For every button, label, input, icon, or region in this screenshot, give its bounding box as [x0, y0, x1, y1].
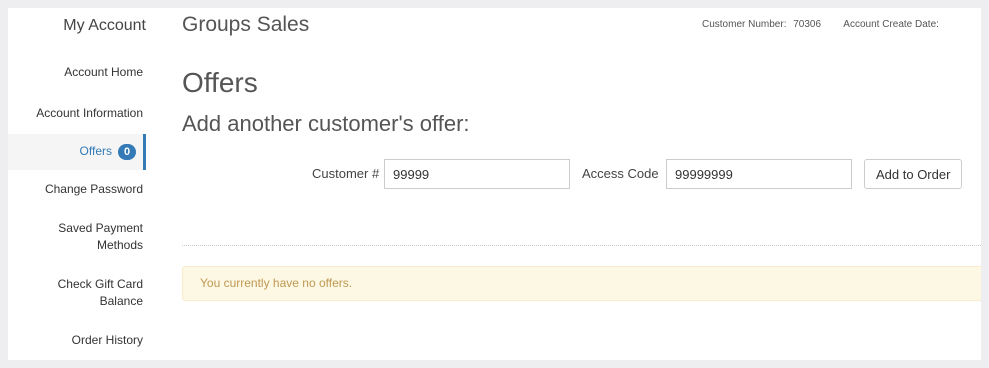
- main-content: Groups Sales Customer Number: 70306 Acco…: [182, 8, 981, 360]
- sidebar-item-offers-label: Offers: [79, 144, 112, 158]
- account-meta: Customer Number: 70306 Account Create Da…: [702, 19, 943, 30]
- sidebar-title: My Account: [63, 17, 146, 34]
- offers-count-badge: 0: [118, 143, 136, 160]
- access-code-field-label: Access Code: [582, 166, 659, 181]
- account-sidebar: My Account Account Home Account Informat…: [8, 8, 146, 360]
- page-title: Offers: [182, 67, 258, 98]
- add-to-order-button[interactable]: Add to Order: [864, 159, 963, 189]
- section-title: Add another customer's offer:: [182, 111, 470, 136]
- section-divider: [182, 245, 981, 246]
- sidebar-item-offers[interactable]: Offers 0: [8, 134, 146, 170]
- sidebar-item-label-line: Check Gift Card: [57, 277, 143, 291]
- page-frame: My Account Account Home Account Informat…: [8, 8, 981, 360]
- sidebar-item-label-line: Methods: [96, 238, 143, 252]
- customer-number-label: Customer Number:: [702, 19, 787, 30]
- account-create-date-label: Account Create Date:: [843, 19, 939, 30]
- customer-number-field-label: Customer #: [312, 166, 380, 181]
- sidebar-item-saved-payment-methods[interactable]: Saved Payment Methods: [58, 220, 143, 254]
- sidebar-item-account-information[interactable]: Account Information: [36, 105, 143, 122]
- customer-number-input[interactable]: [384, 159, 570, 189]
- sidebar-item-order-history[interactable]: Order History: [72, 332, 143, 349]
- sidebar-item-check-gift-card-balance[interactable]: Check Gift Card Balance: [58, 276, 143, 310]
- customer-number-value: 70306: [793, 19, 822, 30]
- sidebar-item-change-password[interactable]: Change Password: [45, 181, 143, 198]
- sidebar-item-label-line: Balance: [99, 294, 143, 308]
- sidebar-item-label-line: Saved Payment: [58, 221, 143, 235]
- access-code-input[interactable]: [666, 159, 852, 189]
- site-title: Groups Sales: [182, 13, 310, 36]
- no-offers-alert: You currently have no offers.: [182, 266, 981, 301]
- sidebar-item-account-home[interactable]: Account Home: [64, 64, 143, 81]
